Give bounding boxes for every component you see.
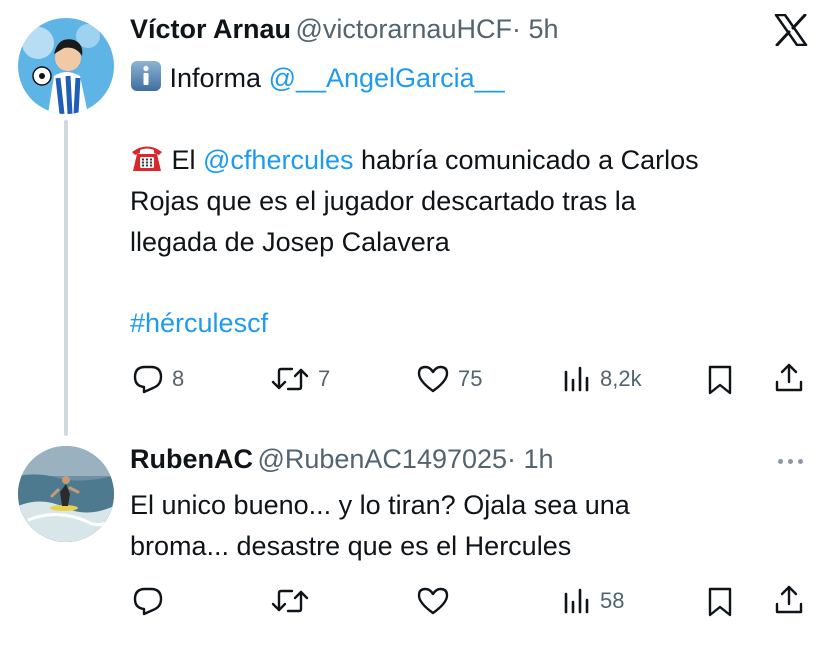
author-name[interactable]: RubenAC — [130, 444, 253, 474]
body-line-2: broma... desastre que es el Hercules — [130, 531, 572, 561]
avatar-victor-arnau[interactable] — [18, 18, 114, 114]
like-count: 75 — [458, 366, 483, 391]
timestamp[interactable]: · 5h — [512, 14, 559, 44]
retweet-button[interactable] — [270, 586, 310, 616]
views-count: 8,2k — [600, 366, 642, 391]
hashtag-herculescf[interactable]: #hérculescf — [130, 303, 268, 344]
bookmark-button[interactable] — [706, 586, 734, 623]
bookmark-button[interactable] — [706, 364, 734, 401]
retweet-button[interactable]: 7 — [270, 364, 330, 394]
tweet1-header: Víctor Arnau @victorarnauHCF· 5h — [130, 14, 558, 45]
body-line-1: El unico bueno... y lo tiran? Ojala sea … — [130, 490, 630, 520]
share-icon — [774, 363, 804, 398]
heart-icon — [416, 586, 450, 616]
bookmark-icon — [706, 587, 734, 622]
timestamp[interactable]: · 1h — [507, 444, 554, 474]
body-line-3: llegada de Josep Calavera — [130, 227, 450, 257]
heart-icon — [416, 364, 450, 394]
mention-angelgarcia[interactable]: @__AngelGarcia__ — [269, 63, 505, 93]
body-text: El — [164, 145, 204, 175]
views-bar-chart-icon — [562, 586, 592, 616]
retweet-icon — [270, 586, 310, 616]
avatar-rubenac[interactable] — [18, 446, 114, 542]
views-count: 58 — [600, 588, 625, 613]
like-button[interactable]: 75 — [416, 364, 482, 394]
more-options-icon[interactable] — [778, 459, 803, 464]
info-emoji-icon — [130, 60, 162, 92]
share-icon — [774, 585, 804, 620]
share-button[interactable] — [774, 584, 804, 621]
info-line: Informa @__AngelGarcia__ — [130, 58, 505, 99]
author-handle[interactable]: @RubenAC1497025 — [257, 444, 507, 474]
like-button[interactable] — [416, 586, 450, 616]
x-logo-icon — [774, 13, 808, 47]
tweet2-body: El unico bueno... y lo tiran? Ojala sea … — [130, 485, 630, 567]
views-button[interactable]: 58 — [562, 586, 624, 616]
reply-button[interactable] — [132, 586, 164, 616]
reply-icon — [132, 364, 164, 394]
mention-cfhercules[interactable]: @cfhercules — [203, 145, 353, 175]
reply-icon — [132, 586, 164, 616]
thread-line — [64, 120, 68, 436]
reply-count: 8 — [172, 366, 185, 391]
retweet-count: 7 — [318, 366, 331, 391]
body-text: habría comunicado a Carlos — [353, 145, 699, 175]
retweet-icon — [270, 364, 310, 394]
body-line-2: Rojas que es el jugador descartado tras … — [130, 186, 636, 216]
views-bar-chart-icon — [562, 364, 592, 394]
author-name[interactable]: Víctor Arnau — [130, 14, 291, 44]
info-prefix: Informa — [169, 63, 269, 93]
tweet1-body: El @cfhercules habría comunicado a Carlo… — [130, 140, 699, 263]
author-handle[interactable]: @victorarnauHCF — [295, 14, 511, 44]
views-button[interactable]: 8,2k — [562, 364, 642, 394]
telephone-emoji-icon — [130, 141, 164, 173]
share-button[interactable] — [774, 362, 804, 399]
tweet2-header: RubenAC @RubenAC1497025· 1h — [130, 444, 554, 475]
reply-button[interactable]: 8 — [132, 364, 184, 394]
bookmark-icon — [706, 365, 734, 400]
